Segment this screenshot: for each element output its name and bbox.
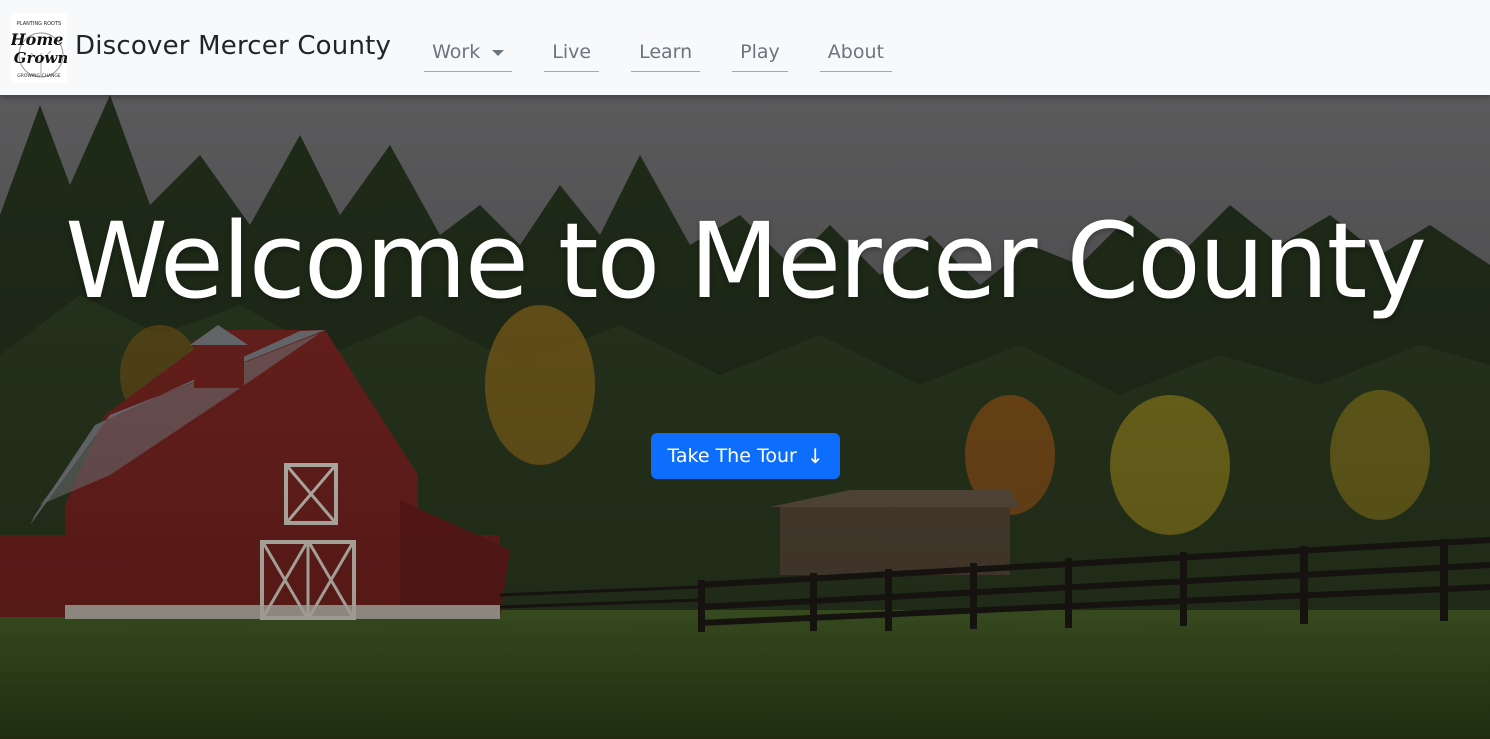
svg-text:Grown: Grown [14,49,67,67]
nav-item-label: Work [432,41,481,63]
nav-item-about[interactable]: About [819,34,892,72]
caret-down-icon [492,50,505,56]
nav-item-label: Play [740,41,780,63]
arrow-down-icon: ↓ [806,444,824,468]
brand-title[interactable]: Discover Mercer County [75,31,391,61]
nav-item-label: Learn [639,41,693,63]
brand-link[interactable]: PLANTING ROOTS Home Grown GROWING CHANGE… [11,12,391,83]
nav-item-learn[interactable]: Learn [631,34,701,72]
home-grown-logo: PLANTING ROOTS Home Grown GROWING CHANGE [11,12,67,83]
main-nav: Work Live Learn Play About [424,34,924,72]
nav-item-label: About [827,41,884,63]
nav-item-label: Live [552,41,592,63]
top-navbar: PLANTING ROOTS Home Grown GROWING CHANGE… [0,0,1490,95]
tour-button-label: Take The Tour [667,445,797,467]
take-the-tour-button[interactable]: Take The Tour ↓ [651,433,840,479]
nav-item-work[interactable]: Work [424,34,513,72]
hero-section: Welcome to Mercer County Take The Tour ↓ [0,95,1490,739]
nav-item-live[interactable]: Live [544,34,600,72]
svg-text:PLANTING ROOTS: PLANTING ROOTS [17,21,61,27]
logo-graphic: PLANTING ROOTS Home Grown GROWING CHANGE [11,12,67,83]
hero-title: Welcome to Mercer County [65,200,1427,322]
svg-text:GROWING CHANGE: GROWING CHANGE [17,73,61,79]
svg-text:Home: Home [11,30,63,49]
nav-item-play[interactable]: Play [732,34,788,72]
hero-background-image [0,95,1490,739]
